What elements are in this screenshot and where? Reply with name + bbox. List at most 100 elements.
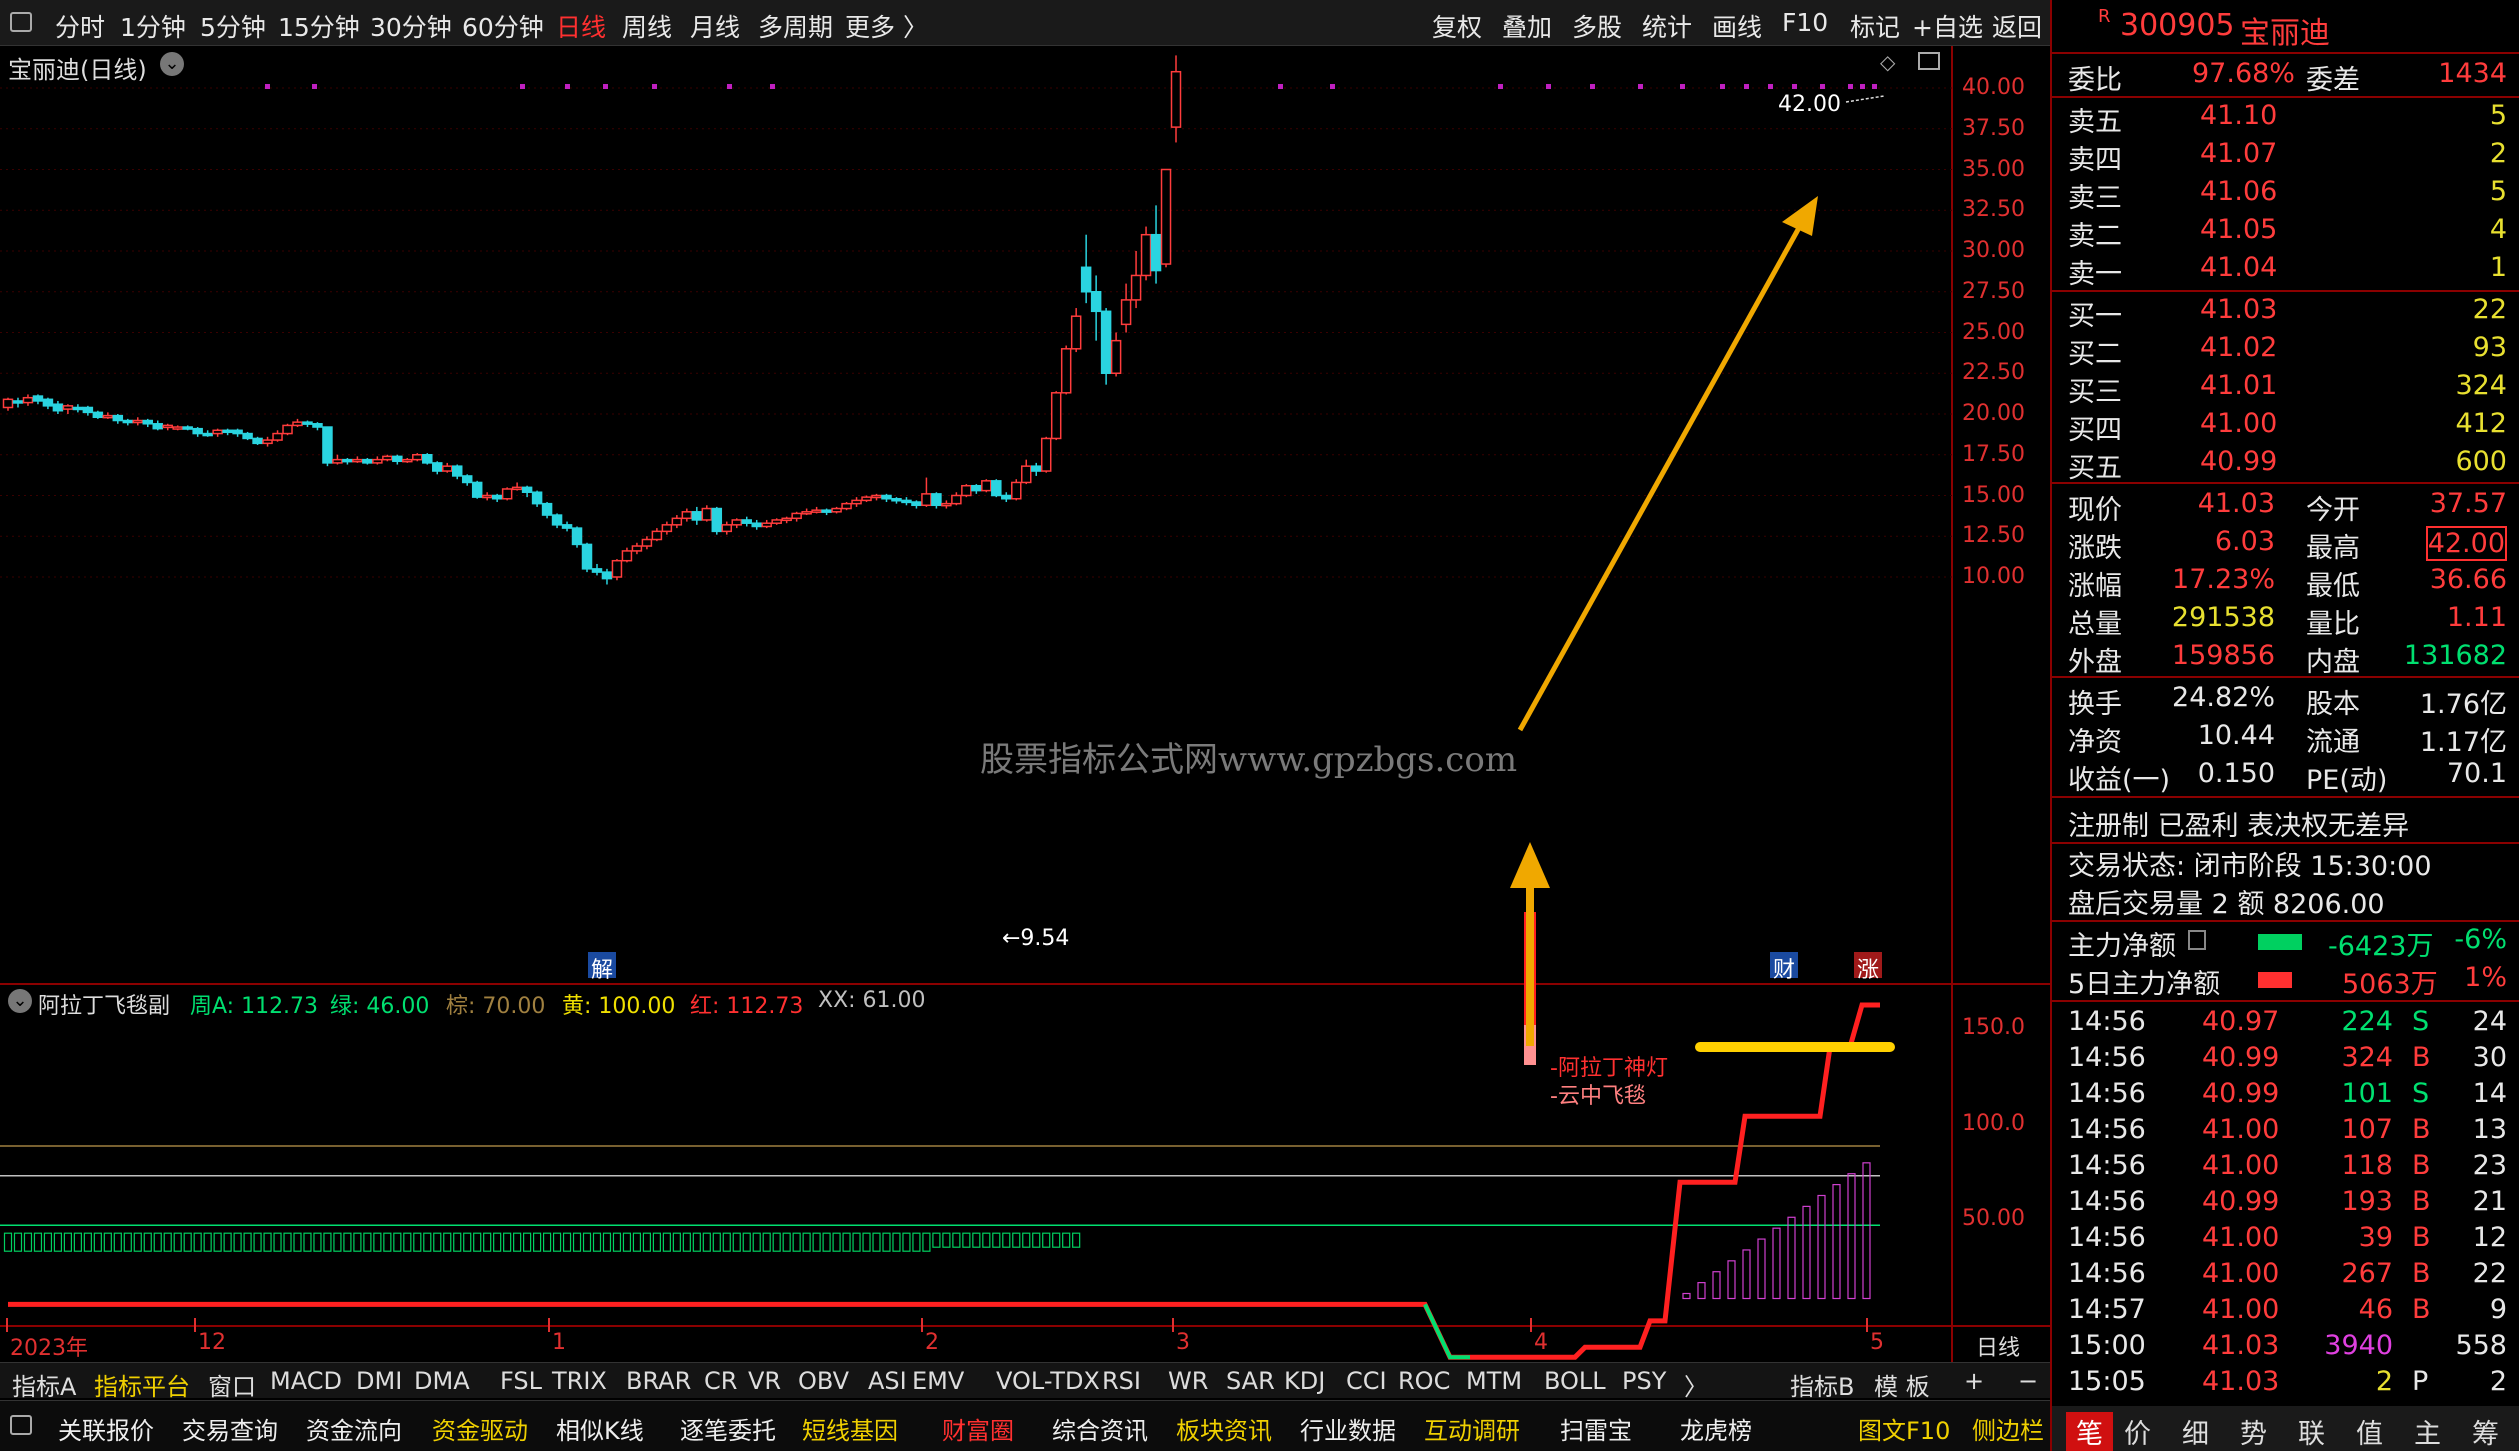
indicator-tab[interactable]: SAR: [1226, 1367, 1275, 1395]
kline-chart-area[interactable]: 宝丽迪(日线) ⌄ ◇ 股票指标公式网www.gpzbgs.com 42.00 …: [0, 46, 2050, 1362]
indicator-tab[interactable]: MACD: [270, 1367, 342, 1395]
indicator-tab[interactable]: 〉: [1684, 1367, 1708, 1402]
indicator-tab[interactable]: DMA: [414, 1367, 470, 1395]
function-button[interactable]: 龙虎榜: [1680, 1411, 1752, 1446]
indicator-tab[interactable]: FSL: [500, 1367, 542, 1395]
diamond-icon[interactable]: ◇: [1880, 50, 1895, 74]
indicator-tab[interactable]: TRIX: [552, 1367, 607, 1395]
indicator-tab[interactable]: BOLL: [1544, 1367, 1606, 1395]
tab-weekly[interactable]: 周线: [622, 8, 672, 44]
indicator-tab[interactable]: ASI: [868, 1367, 907, 1395]
indicator-tab[interactable]: DMI: [356, 1367, 402, 1395]
bid-row[interactable]: 买一 41.03 22: [2052, 294, 2519, 332]
overlay-button[interactable]: 叠加: [1502, 8, 1552, 44]
tab-more[interactable]: 更多 〉: [845, 8, 928, 44]
indicator-tab[interactable]: 窗口: [208, 1367, 256, 1402]
indicator-tab[interactable]: 指标A: [12, 1367, 76, 1402]
stock-name[interactable]: 宝丽迪: [2240, 8, 2330, 52]
f10-button[interactable]: F10: [1782, 8, 1828, 37]
indicator-tab[interactable]: 指标B: [1790, 1367, 1854, 1402]
list-icon[interactable]: [2188, 930, 2206, 950]
bid-row[interactable]: 买四 41.00 412: [2052, 408, 2519, 446]
tab-multi-period[interactable]: 多周期: [758, 8, 833, 44]
bid-row[interactable]: 买三 41.01 324: [2052, 370, 2519, 408]
function-button[interactable]: 交易查询: [182, 1411, 278, 1446]
quote-tab[interactable]: 联: [2298, 1412, 2325, 1451]
adjust-button[interactable]: 复权: [1432, 8, 1482, 44]
tab-5min[interactable]: 5分钟: [200, 8, 266, 44]
quote-tab[interactable]: 笔: [2066, 1412, 2113, 1451]
function-button[interactable]: 短线基因: [802, 1411, 898, 1446]
ask-row[interactable]: 卖一 41.04 1: [2052, 252, 2519, 290]
main-flow5-row[interactable]: 5日主力净额 5063万 1%: [2052, 962, 2519, 1000]
window-menu-icon[interactable]: [10, 12, 32, 32]
function-button[interactable]: 侧边栏: [1972, 1411, 2044, 1446]
rise-marker[interactable]: 涨: [1854, 952, 1882, 983]
indicator-tab[interactable]: 模 板: [1874, 1367, 1930, 1402]
indicator-tab[interactable]: CR: [704, 1367, 737, 1395]
bid-row[interactable]: 买二 41.02 93: [2052, 332, 2519, 370]
indicator-tab[interactable]: KDJ: [1284, 1367, 1325, 1395]
indicator-tab[interactable]: BRAR: [626, 1367, 691, 1395]
ask-row[interactable]: 卖四 41.07 2: [2052, 138, 2519, 176]
draw-line-button[interactable]: 画线: [1712, 8, 1762, 44]
chevron-down-icon[interactable]: ⌄: [8, 989, 32, 1013]
chevron-down-icon[interactable]: ⌄: [160, 52, 184, 76]
tab-15min[interactable]: 15分钟: [278, 8, 360, 44]
multi-stock-button[interactable]: 多股: [1572, 8, 1622, 44]
indicator-tab[interactable]: −: [2018, 1367, 2038, 1395]
statistics-button[interactable]: 统计: [1642, 8, 1692, 44]
indicator-tab[interactable]: +: [1964, 1367, 1984, 1395]
mark-button[interactable]: 标记: [1850, 8, 1900, 44]
indicator-tab[interactable]: OBV: [798, 1367, 849, 1395]
function-button[interactable]: 扫雷宝: [1560, 1411, 1632, 1446]
tick-volume: 267: [2341, 1258, 2393, 1289]
tab-30min[interactable]: 30分钟: [370, 8, 452, 44]
function-button[interactable]: 财富圈: [942, 1411, 1014, 1446]
tab-fenshi[interactable]: 分时: [55, 8, 105, 44]
bid-row[interactable]: 买五 40.99 600: [2052, 446, 2519, 484]
quote-tab[interactable]: 细: [2182, 1412, 2209, 1451]
function-button[interactable]: 资金流向: [306, 1411, 402, 1446]
tab-60min[interactable]: 60分钟: [462, 8, 544, 44]
main-flow-row[interactable]: 主力净额 -6423万 -6%: [2052, 924, 2519, 962]
quote-tab[interactable]: 主: [2414, 1412, 2441, 1451]
panel-toggle-icon[interactable]: [1918, 52, 1940, 70]
quote-tab[interactable]: 值: [2356, 1412, 2383, 1451]
indicator-tab[interactable]: EMV: [912, 1367, 964, 1395]
function-button[interactable]: 行业数据: [1300, 1411, 1396, 1446]
add-favorite-button[interactable]: +自选: [1912, 8, 1983, 44]
indicator-tab[interactable]: CCI: [1346, 1367, 1387, 1395]
function-button[interactable]: 资金驱动: [432, 1411, 528, 1446]
function-button[interactable]: 逐笔委托: [680, 1411, 776, 1446]
date-axis-label[interactable]: 日线: [1976, 1330, 2020, 1362]
tab-daily[interactable]: 日线: [556, 8, 606, 44]
function-button[interactable]: 综合资讯: [1052, 1411, 1148, 1446]
finance-marker[interactable]: 财: [1770, 952, 1798, 983]
function-button[interactable]: 板块资讯: [1176, 1411, 1272, 1446]
indicator-tab[interactable]: PSY: [1622, 1367, 1666, 1395]
function-button[interactable]: 相似K线: [556, 1411, 644, 1446]
indicator-tab[interactable]: RSI: [1102, 1367, 1141, 1395]
ask-row[interactable]: 卖二 41.05 4: [2052, 214, 2519, 252]
indicator-tab[interactable]: VR: [748, 1367, 781, 1395]
stock-code[interactable]: 300905: [2120, 8, 2235, 43]
menu-icon[interactable]: [10, 1415, 32, 1435]
indicator-tab[interactable]: MTM: [1466, 1367, 1522, 1395]
tab-1min[interactable]: 1分钟: [120, 8, 186, 44]
quote-tab[interactable]: 势: [2240, 1412, 2267, 1451]
back-button[interactable]: 返回: [1992, 8, 2042, 44]
indicator-tab[interactable]: VOL-TDX: [996, 1367, 1100, 1395]
tab-monthly[interactable]: 月线: [690, 8, 740, 44]
indicator-tab[interactable]: ROC: [1398, 1367, 1450, 1395]
unlock-marker[interactable]: 解: [588, 952, 616, 983]
ask-row[interactable]: 卖五 41.10 5: [2052, 100, 2519, 138]
indicator-tab[interactable]: WR: [1168, 1367, 1208, 1395]
function-button[interactable]: 关联报价: [58, 1411, 154, 1446]
function-button[interactable]: 图文F10: [1858, 1411, 1950, 1446]
ask-row[interactable]: 卖三 41.06 5: [2052, 176, 2519, 214]
quote-tab[interactable]: 价: [2124, 1412, 2151, 1451]
indicator-tab[interactable]: 指标平台: [94, 1367, 190, 1402]
function-button[interactable]: 互动调研: [1424, 1411, 1520, 1446]
quote-tab[interactable]: 筹: [2472, 1412, 2499, 1451]
